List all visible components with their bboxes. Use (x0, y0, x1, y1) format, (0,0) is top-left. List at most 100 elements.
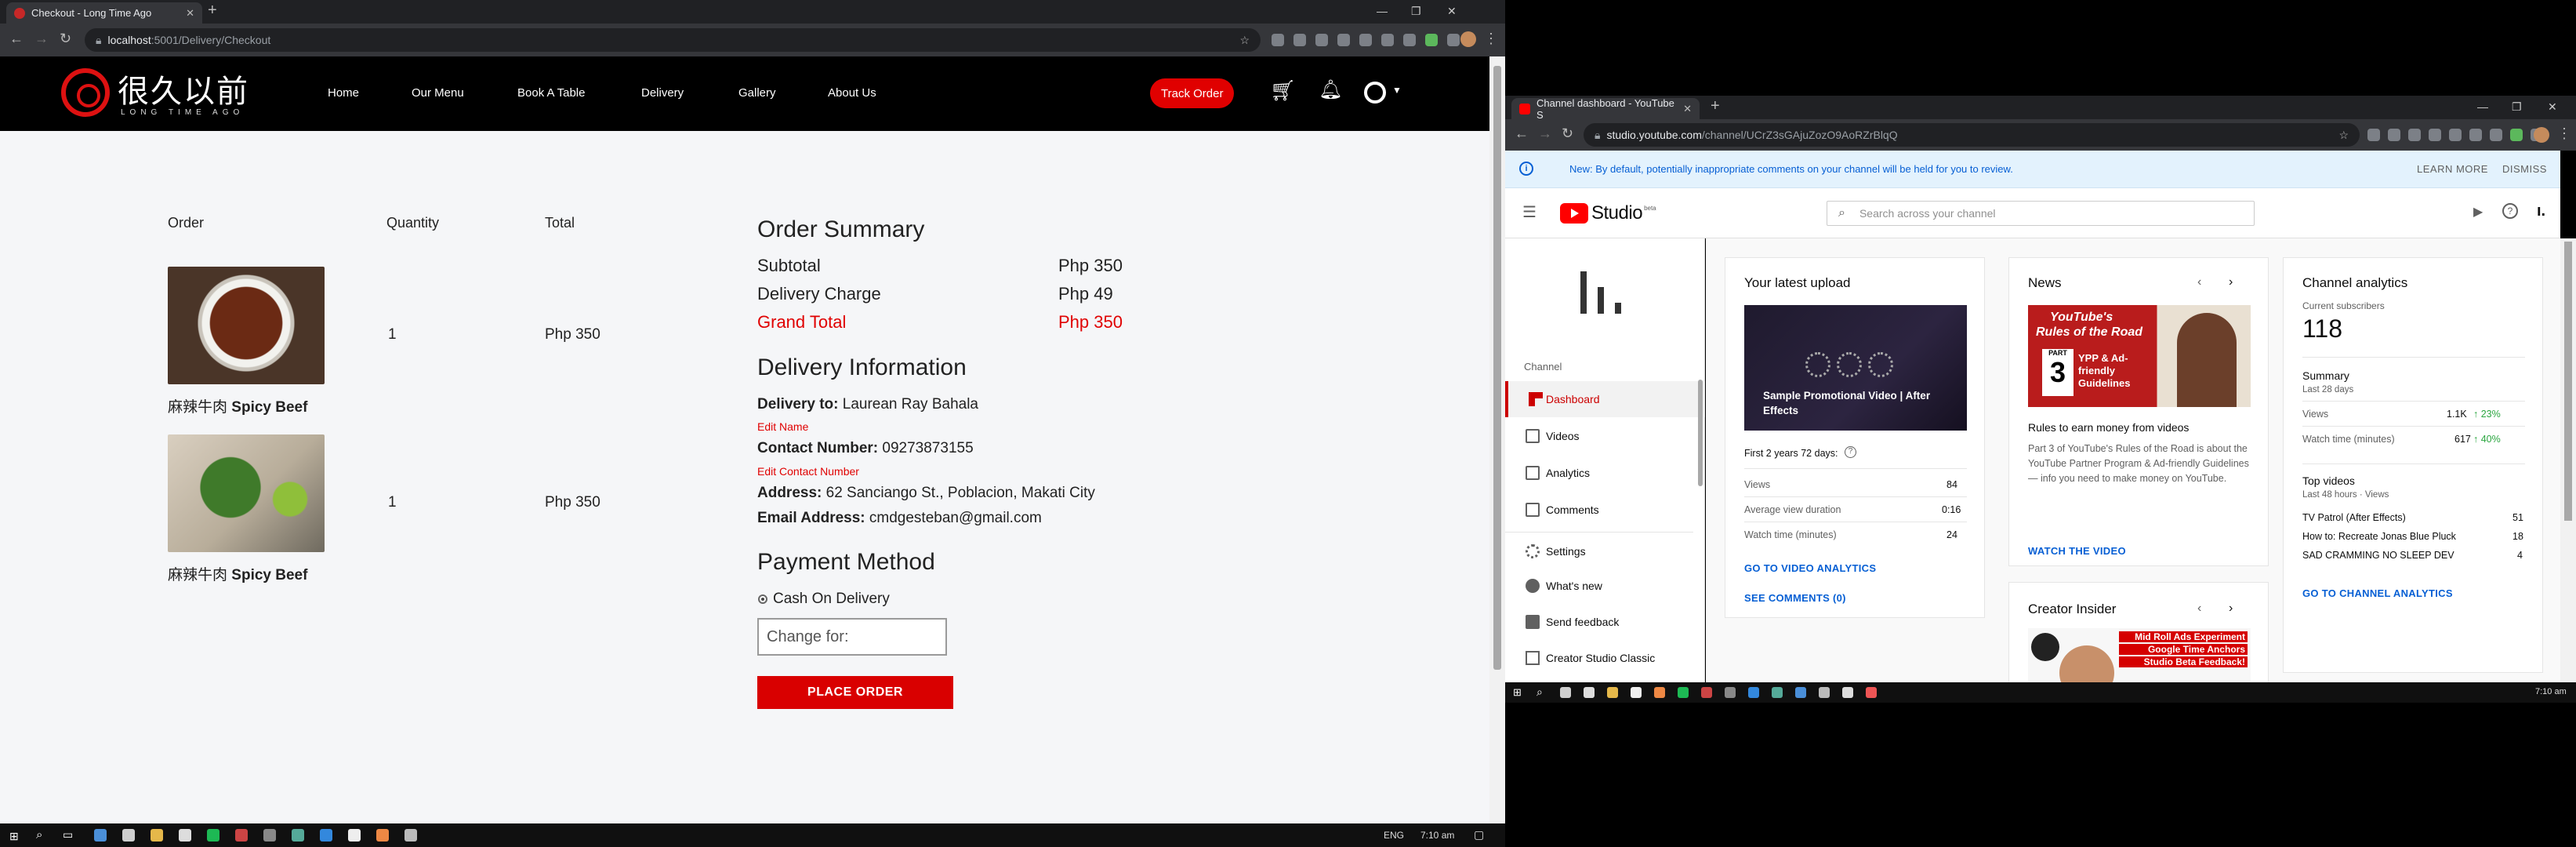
cash-on-delivery-radio[interactable] (758, 594, 767, 604)
latest-video-thumbnail[interactable]: Sample Promotional Video | After Effects (1744, 305, 1967, 431)
restore-icon[interactable]: ❐ (1411, 5, 1421, 18)
taskbar-app-icon[interactable] (1607, 687, 1618, 698)
track-order-button[interactable]: Track Order (1150, 78, 1235, 108)
language-indicator[interactable]: ENG (1384, 830, 1404, 841)
extension-icon[interactable] (1337, 34, 1350, 46)
account-dropdown-icon[interactable]: ▼ (1392, 85, 1402, 96)
extension-icon[interactable] (2367, 129, 2380, 141)
taskbar-app-icon[interactable] (320, 829, 332, 842)
cart-icon[interactable]: 🛒︎ (1270, 78, 1296, 103)
sidebar-scrollbar-thumb[interactable] (1698, 380, 1703, 486)
taskbar-app-icon[interactable] (1678, 687, 1689, 698)
logo-text[interactable]: 很久以前 (118, 66, 249, 111)
new-tab-icon[interactable]: + (208, 2, 217, 20)
taskbar-app-icon[interactable] (376, 829, 389, 842)
reload-icon[interactable]: ↻ (1562, 125, 1573, 142)
extension-icon[interactable] (2510, 129, 2523, 141)
account-icon[interactable] (1364, 82, 1386, 104)
taskbar-clock[interactable]: 7:10 am (2535, 687, 2567, 696)
taskbar-app-icon[interactable] (1842, 687, 1853, 698)
next-icon[interactable]: › (2229, 602, 2233, 616)
notification-bell-icon[interactable]: 🔔︎ (1319, 78, 1342, 101)
task-view-icon[interactable]: ▭ (63, 828, 73, 842)
studio-search-input[interactable]: ⌕ Search across your channel (1827, 201, 2255, 226)
create-video-icon[interactable]: ▶︎ (2473, 204, 2483, 220)
taskbar-app-icon[interactable] (263, 829, 276, 842)
nav-gallery[interactable]: Gallery (738, 86, 776, 100)
sidebar-item-analytics[interactable]: Analytics (1505, 455, 1705, 491)
see-comments-link[interactable]: SEE COMMENTS (0) (1744, 592, 1846, 604)
watch-the-video-link[interactable]: WATCH THE VIDEO (2028, 545, 2126, 557)
extension-icon[interactable] (1359, 34, 1372, 46)
taskbar-app-icon[interactable] (1560, 687, 1571, 698)
taskbar-app-icon[interactable] (179, 829, 191, 842)
taskbar-app-icon[interactable] (292, 829, 304, 842)
reload-icon[interactable]: ↻ (60, 31, 71, 47)
go-to-video-analytics-link[interactable]: GO TO VIDEO ANALYTICS (1744, 562, 1876, 574)
back-icon[interactable]: ← (1515, 125, 1529, 142)
taskbar-app-icon[interactable] (1631, 687, 1642, 698)
tab-close-icon[interactable]: ✕ (186, 7, 194, 20)
taskbar-app-icon[interactable] (151, 829, 163, 842)
windows-start-icon[interactable]: ⊞ (1513, 686, 1522, 699)
action-center-icon[interactable]: ▢ (1474, 828, 1484, 842)
edit-contact-link[interactable]: Edit Contact Number (757, 465, 859, 478)
extension-icon[interactable] (2429, 129, 2441, 141)
scrollbar-thumb[interactable] (2564, 242, 2572, 521)
nav-delivery[interactable]: Delivery (641, 86, 684, 100)
previous-icon[interactable]: ‹ (2197, 275, 2201, 289)
search-icon[interactable]: ⌕ (1537, 685, 1543, 699)
taskbar-app-icon[interactable] (1701, 687, 1712, 698)
extension-icon[interactable] (1447, 34, 1460, 46)
edit-name-link[interactable]: Edit Name (757, 420, 808, 433)
sidebar-item-creator-studio-classic[interactable]: Creator Studio Classic (1505, 640, 1705, 676)
creator-insider-thumbnail[interactable]: Mid Roll Ads Experiment Google Time Anch… (2028, 628, 2251, 683)
help-icon[interactable]: ? (2502, 203, 2518, 219)
minimize-icon[interactable]: — (2477, 100, 2488, 113)
sidebar-item-whats-new[interactable]: What's new (1505, 568, 1705, 604)
taskbar-app-icon[interactable] (1725, 687, 1736, 698)
extension-icon[interactable] (1403, 34, 1416, 46)
learn-more-button[interactable]: LEARN MORE (2417, 163, 2488, 175)
extension-icon[interactable] (1381, 34, 1394, 46)
search-icon[interactable]: ⌕ (36, 828, 42, 842)
sidebar-item-comments[interactable]: Comments (1505, 492, 1705, 528)
top-video-title[interactable]: SAD CRAMMING NO SLEEP DEV (2302, 550, 2454, 561)
extension-icon[interactable] (1315, 34, 1328, 46)
taskbar-app-icon[interactable] (207, 829, 220, 842)
taskbar-app-icon[interactable] (94, 829, 107, 842)
taskbar-clock[interactable]: 7:10 am (1420, 830, 1454, 841)
extension-icon[interactable] (1425, 34, 1438, 46)
address-bar[interactable]: 🔒︎ studio.youtube.com /channel/UCrZ3sGAj… (1584, 123, 2360, 147)
extension-icon[interactable] (2469, 129, 2482, 141)
close-window-icon[interactable]: ✕ (1447, 5, 1457, 18)
bookmark-star-icon[interactable]: ☆ (2338, 129, 2349, 142)
extension-icon[interactable] (2408, 129, 2421, 141)
page-scrollbar[interactable] (1489, 56, 1505, 823)
logo-emblem-icon[interactable] (61, 68, 110, 117)
restore-icon[interactable]: ❐ (2512, 100, 2522, 114)
taskbar-app-icon[interactable] (235, 829, 248, 842)
extension-icon[interactable] (1293, 34, 1306, 46)
forward-icon[interactable]: → (1538, 125, 1552, 142)
taskbar-app-icon[interactable] (122, 829, 135, 842)
top-video-title[interactable]: How to: Recreate Jonas Blue Pluck (2302, 531, 2456, 542)
browser-menu-icon[interactable]: ⋮ (2557, 125, 2571, 142)
taskbar-app-icon[interactable] (1748, 687, 1759, 698)
taskbar-app-icon[interactable] (348, 829, 361, 842)
dismiss-button[interactable]: DISMISS (2502, 163, 2547, 175)
nav-home[interactable]: Home (328, 86, 359, 100)
change-for-input[interactable]: Change for: (757, 618, 947, 656)
browser-tab-checkout[interactable]: Checkout - Long Time Ago ✕ (6, 2, 202, 24)
bookmark-star-icon[interactable]: ☆ (1239, 34, 1250, 47)
taskbar-app-icon[interactable] (1584, 687, 1595, 698)
back-icon[interactable]: ← (9, 31, 24, 47)
extension-icon[interactable] (2449, 129, 2462, 141)
scrollbar-thumb[interactable] (1493, 66, 1501, 670)
sidebar-item-dashboard[interactable]: Dashboard (1505, 381, 1705, 417)
nav-our-menu[interactable]: Our Menu (412, 86, 464, 100)
studio-logo[interactable]: Studio beta (1560, 202, 1656, 224)
profile-avatar[interactable] (2534, 127, 2549, 143)
sidebar-item-send-feedback[interactable]: Send feedback (1505, 604, 1705, 640)
place-order-button[interactable]: PLACE ORDER (757, 676, 953, 709)
